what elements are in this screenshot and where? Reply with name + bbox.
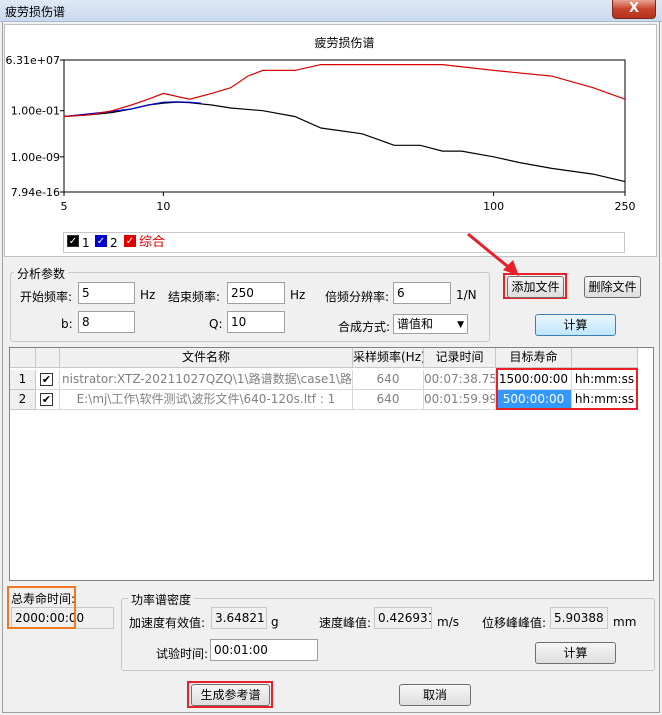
octave-input[interactable]: 6 (393, 282, 451, 304)
velocity-unit: m/s (437, 615, 459, 629)
table-row-check-cell: ✔ (36, 390, 60, 410)
damage-spectrum-chart: 疲劳损伤谱 6.31e+07 1.00e-01 1.00e-09 7.94e-16 5 10… (4, 24, 657, 257)
end-freq-input[interactable]: 250 (227, 282, 285, 304)
x-tick-label: 100 (483, 200, 504, 213)
header-index (10, 348, 36, 368)
x-tick-label: 5 (61, 200, 68, 213)
accel-label: 加速度有效值: (129, 616, 206, 630)
test-time-input[interactable]: 00:01:00 (210, 639, 318, 661)
close-button[interactable]: X (612, 0, 656, 19)
test-time-label: 试验时间: (156, 647, 209, 661)
file-name-cell[interactable]: E:\mj\工作\软件测试\波形文件\640-120s.ltf : 1 (60, 390, 353, 410)
row-checkbox[interactable]: ✔ (40, 373, 53, 386)
chart-legend: ✓ 1 ✓ 2 ✓ 综合 (63, 232, 625, 253)
sample-rate-cell: 640 (353, 370, 424, 390)
start-freq-input[interactable]: 5 (78, 282, 135, 304)
psd-group-label: 功率谱密度 (128, 591, 195, 608)
q-input[interactable]: 10 (227, 311, 285, 333)
header-check (36, 348, 60, 368)
row-index: 1 (10, 370, 36, 390)
mode-label: 合成方式: (338, 320, 391, 334)
window-title: 疲劳损伤谱 (5, 5, 66, 19)
target-life-highlight (496, 368, 638, 410)
start-freq-label: 开始频率: (20, 290, 73, 304)
octave-label: 倍频分辨率: (325, 290, 390, 304)
chevron-down-icon: ▼ (457, 320, 464, 330)
velocity-value: 0.426931 (374, 607, 432, 629)
header-record-time: 记录时间 (424, 348, 496, 368)
chart-title: 疲劳损伤谱 (314, 35, 374, 50)
octave-unit: 1/N (456, 288, 477, 302)
record-time-cell: 00:07:38.751 (424, 370, 496, 390)
generate-reference-button[interactable]: 生成参考谱 (191, 684, 270, 706)
legend-check-combined[interactable]: ✓ (124, 235, 136, 247)
x-tick-label: 250 (615, 200, 636, 213)
cancel-button[interactable]: 取消 (399, 684, 471, 706)
file-table: 文件名称 采样频率(Hz) 记录时间 目标寿命 1 ✔ nistrator:XT… (9, 347, 654, 581)
y-tick-label: 7.94e-16 (11, 186, 60, 199)
title-bar: 疲劳损伤谱 X (0, 0, 662, 22)
record-time-cell: 00:01:59.995 (424, 390, 496, 410)
arrow-head (503, 260, 519, 276)
chart-svg: 疲劳损伤谱 6.31e+07 1.00e-01 1.00e-09 7.94e-165 10… (6, 35, 636, 213)
series-line-综合 (63, 63, 626, 118)
legend-label-2: 2 (110, 236, 118, 250)
b-input[interactable]: 8 (78, 311, 135, 333)
b-label: b: (61, 317, 73, 331)
plot-area (63, 59, 626, 193)
header-sample-rate: 采样频率(Hz) (353, 348, 424, 368)
displacement-unit: mm (613, 615, 637, 629)
row-index: 2 (10, 390, 36, 410)
legend-check-2[interactable]: ✓ (95, 235, 107, 247)
header-target-life: 目标寿命 (496, 348, 572, 368)
delete-file-button[interactable]: 删除文件 (584, 276, 641, 298)
sample-rate-cell: 640 (353, 390, 424, 410)
mode-select-value: 谱值和 (397, 317, 434, 331)
annotation-arrow (467, 232, 519, 276)
start-freq-unit: Hz (140, 288, 156, 302)
header-file-name: 文件名称 (60, 348, 353, 368)
total-life-highlight (7, 586, 76, 629)
analysis-params-label: 分析参数 (14, 265, 69, 282)
mode-select[interactable]: 谱值和 ▼ (393, 314, 468, 334)
row-checkbox[interactable]: ✔ (40, 393, 53, 406)
header-unit (572, 348, 638, 368)
accel-value: 3.64821 (211, 607, 267, 629)
velocity-label: 速度峰值: (319, 616, 372, 630)
legend-check-1[interactable]: ✓ (67, 235, 79, 247)
arrow-shaft (467, 232, 513, 272)
series-line-1 (63, 101, 626, 183)
end-freq-unit: Hz (290, 288, 306, 302)
y-tick-label: 1.00e-01 (11, 105, 60, 118)
file-name-cell[interactable]: nistrator:XTZ-20211027QZQ\1\路谱数据\case1\路… (60, 370, 353, 390)
table-row-check-cell: ✔ (36, 370, 60, 390)
legend-label-combined: 综合 (139, 235, 166, 250)
y-tick-label: 1.00e-09 (11, 151, 60, 164)
legend-label-1: 1 (82, 236, 90, 250)
y-tick-label: 6.31e+07 (6, 54, 60, 67)
q-label: Q: (209, 317, 223, 331)
compute-button[interactable]: 计算 (535, 314, 616, 336)
displacement-value: 5.90388 (550, 607, 608, 629)
accel-unit: g (271, 615, 279, 629)
displacement-label: 位移峰峰值: (482, 616, 547, 630)
compute-psd-button[interactable]: 计算 (535, 642, 616, 664)
x-tick-label: 10 (156, 200, 170, 213)
end-freq-label: 结束频率: (168, 290, 221, 304)
